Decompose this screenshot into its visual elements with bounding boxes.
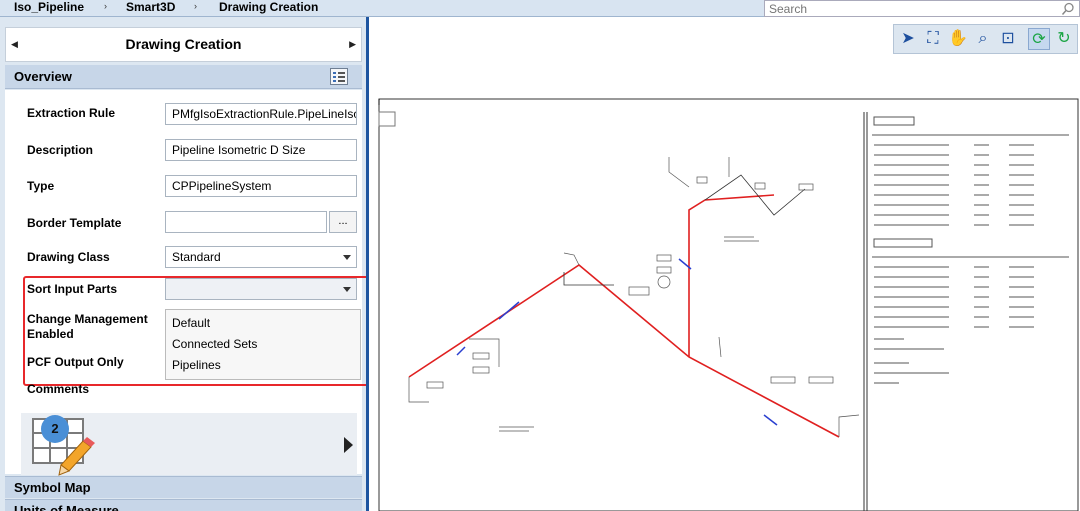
search-icon[interactable]	[1061, 2, 1075, 16]
redo-icon[interactable]: ↻	[1053, 28, 1075, 50]
zoom-area-icon[interactable]: ⊡	[997, 28, 1019, 50]
border-template-label: Border Template	[27, 216, 122, 230]
type-label: Type	[27, 179, 55, 193]
drawing-canvas[interactable]	[369, 17, 1080, 511]
panel-titlebar: ◀ Drawing Creation ▶	[5, 27, 362, 62]
pan-icon[interactable]: ✋	[947, 28, 969, 50]
breadcrumb-drawing-creation[interactable]: Drawing Creation	[219, 0, 318, 17]
symbol-map-label: Symbol Map	[14, 480, 91, 495]
properties-panel: ◀ Drawing Creation ▶ Overview Extraction…	[0, 17, 370, 511]
breadcrumb-iso-pipeline[interactable]: Iso_Pipeline	[14, 0, 84, 17]
border-template-field[interactable]	[165, 211, 327, 233]
isometric-drawing	[378, 98, 1079, 511]
search-box	[764, 0, 1080, 17]
comments-count-badge: 2	[41, 415, 69, 443]
symbol-map-section[interactable]: Symbol Map	[5, 476, 362, 498]
extraction-rule-label: Extraction Rule	[27, 106, 116, 120]
extraction-rule-field[interactable]: PMfgIsoExtractionRule.PipeLineIso	[165, 103, 357, 125]
drawing-class-label: Drawing Class	[27, 250, 110, 264]
zoom-icon[interactable]: ⌕	[972, 28, 994, 50]
view-toolbar: ➤ ⛶ ✋ ⌕ ⊡ ⟳ ↻	[893, 24, 1078, 54]
drawing-class-value: Standard	[172, 250, 221, 264]
overview-label: Overview	[14, 69, 72, 84]
breadcrumb-separator: ›	[194, 1, 197, 11]
refresh-icon[interactable]: ⟳	[1028, 28, 1050, 50]
search-input[interactable]	[765, 1, 1055, 16]
highlight-annotation	[23, 276, 370, 386]
units-of-measure-section[interactable]: Units of Measure	[5, 499, 362, 511]
comments-label: Comments	[27, 382, 90, 396]
fit-icon[interactable]: ⛶	[922, 28, 944, 50]
comments-box[interactable]: 2	[21, 413, 357, 476]
top-bar: Iso_Pipeline › Smart3D › Drawing Creatio…	[0, 0, 1080, 17]
overview-header[interactable]: Overview	[5, 65, 362, 89]
breadcrumb-smart3d[interactable]: Smart3D	[126, 0, 175, 17]
play-arrow-icon[interactable]	[344, 437, 353, 453]
select-icon[interactable]: ➤	[897, 28, 919, 50]
chevron-down-icon[interactable]	[343, 255, 351, 260]
description-label: Description	[27, 143, 94, 157]
description-field[interactable]: Pipeline Isometric D Size	[165, 139, 357, 161]
breadcrumb-separator: ›	[104, 1, 107, 11]
units-of-measure-label: Units of Measure	[14, 503, 119, 511]
border-template-browse-button[interactable]: ...	[329, 211, 357, 233]
panel-title: Drawing Creation	[125, 36, 242, 52]
list-view-icon[interactable]	[330, 68, 348, 85]
type-field[interactable]: CPPipelineSystem	[165, 175, 357, 197]
overview-content: Extraction Rule PMfgIsoExtractionRule.Pi…	[5, 90, 370, 476]
drawing-class-select[interactable]: Standard	[165, 246, 357, 268]
panel-next-arrow-icon[interactable]: ▶	[349, 39, 356, 50]
